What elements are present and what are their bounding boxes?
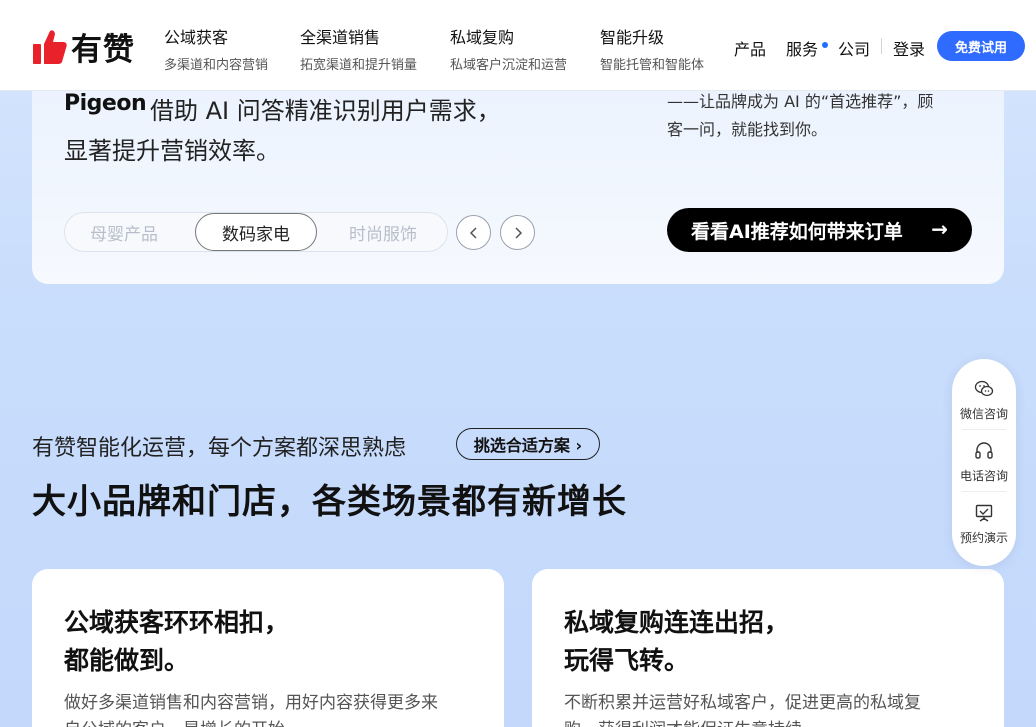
login-link[interactable]: 登录 — [893, 36, 925, 60]
nav-title: 智能升级 — [600, 28, 665, 47]
nav-company[interactable]: 公司 — [838, 36, 870, 60]
category-tab-digital-active[interactable]: 数码家电 — [195, 213, 317, 251]
float-item-label: 预约演示 — [959, 531, 1008, 545]
showcase-quote-line2: 显著提升营销效率。 — [64, 137, 280, 165]
nav-omnichannel-sales[interactable]: 全渠道销售 拓宽渠道和提升销量 — [300, 24, 417, 73]
card-title-line1: 私域复购连连出招， — [564, 608, 790, 637]
see-ai-recommendation-button[interactable]: 看看AI推荐如何带来订单 → — [667, 208, 972, 252]
card-text-line2: 购，获得利润才能保证生意持续。 — [564, 715, 819, 727]
card-text-line2: 自公域的客户，是增长的开始。 — [64, 715, 302, 727]
float-item-label: 微信咨询 — [959, 407, 1008, 421]
headset-icon — [975, 442, 993, 459]
card-text-line1: 做好多渠道销售和内容营销，用好内容获得更多来 — [64, 693, 438, 713]
card-title-line1: 公域获客环环相扣， — [64, 608, 290, 637]
nav-divider — [881, 38, 882, 54]
nav-public-acquisition[interactable]: 公域获客 多渠道和内容营销 — [164, 24, 268, 73]
nav-title: 全渠道销售 — [300, 28, 381, 47]
pigeon-brand-logo: Pigeon — [64, 91, 147, 116]
youzan-logo[interactable]: 有赞 — [33, 24, 135, 69]
nav-subtitle: 智能托管和智能体 — [600, 58, 705, 73]
services-indicator-dot — [822, 42, 828, 48]
prev-category-button[interactable] — [456, 215, 491, 250]
nav-subtitle: 私域客户沉淀和运营 — [450, 58, 568, 73]
nav-services[interactable]: 服务 — [786, 36, 818, 60]
section-title: 大小品牌和门店，各类场景都有新增长 — [32, 482, 627, 522]
card-text-line1: 不断积累并运营好私域客户，促进更高的私域复 — [564, 693, 921, 713]
float-divider — [962, 429, 1006, 430]
nav-title: 私域复购 — [450, 28, 515, 47]
chevron-left-icon — [469, 226, 477, 239]
free-trial-button[interactable]: 免费试用 — [937, 31, 1025, 61]
arrow-right-icon: → — [931, 217, 948, 241]
solution-card-private[interactable]: 私域复购连连出招， 玩得飞转。 不断积累并运营好私域客户，促进更高的私域复 购，… — [532, 569, 1004, 727]
choose-plan-button[interactable]: 挑选合适方案 › — [456, 428, 600, 460]
presentation-icon — [975, 504, 993, 522]
next-category-button[interactable] — [500, 215, 535, 250]
category-tab-baby[interactable]: 母婴产品 — [90, 220, 158, 245]
book-demo-button[interactable]: 预约演示 — [952, 503, 1016, 546]
logo-text: 有赞 — [71, 32, 135, 68]
section-subtitle: 有赞智能化运营，每个方案都深思熟虑 — [32, 436, 407, 461]
nav-products[interactable]: 产品 — [734, 36, 766, 60]
floating-contact-widget: 微信咨询 电话咨询 预约演示 — [952, 359, 1016, 566]
thumbs-up-logo-icon — [33, 29, 67, 64]
showcase-description-line1: ——让品牌成为 AI 的“首选推荐”，顾 — [667, 92, 934, 111]
nav-subtitle: 拓宽渠道和提升销量 — [300, 58, 418, 73]
solution-card-public[interactable]: 公域获客环环相扣， 都能做到。 做好多渠道销售和内容营销，用好内容获得更多来 自… — [32, 569, 504, 727]
card-title-line2: 玩得飞转。 — [564, 646, 690, 675]
showcase-description-line2: 客一问，就能找到你。 — [667, 120, 828, 139]
float-item-label: 电话咨询 — [959, 469, 1008, 483]
wechat-consult-button[interactable]: 微信咨询 — [952, 379, 1016, 422]
category-tab-fashion[interactable]: 时尚服饰 — [349, 220, 417, 245]
chevron-right-icon — [514, 226, 522, 239]
cta-label: 看看AI推荐如何带来订单 — [691, 220, 903, 243]
nav-private-repurchase[interactable]: 私域复购 私域客户沉淀和运营 — [450, 24, 567, 73]
float-divider — [962, 491, 1006, 492]
nav-smart-upgrade[interactable]: 智能升级 智能托管和智能体 — [600, 24, 704, 73]
wechat-icon — [974, 380, 994, 397]
nav-title: 公域获客 — [164, 28, 229, 47]
card-title-line2: 都能做到。 — [64, 646, 190, 675]
phone-consult-button[interactable]: 电话咨询 — [952, 441, 1016, 484]
nav-subtitle: 多渠道和内容营销 — [164, 58, 269, 73]
top-navbar: 有赞 公域获客 多渠道和内容营销 全渠道销售 拓宽渠道和提升销量 私域复购 私域… — [0, 0, 1036, 91]
showcase-quote-line1: 借助 AI 问答精准识别用户需求， — [150, 97, 501, 125]
